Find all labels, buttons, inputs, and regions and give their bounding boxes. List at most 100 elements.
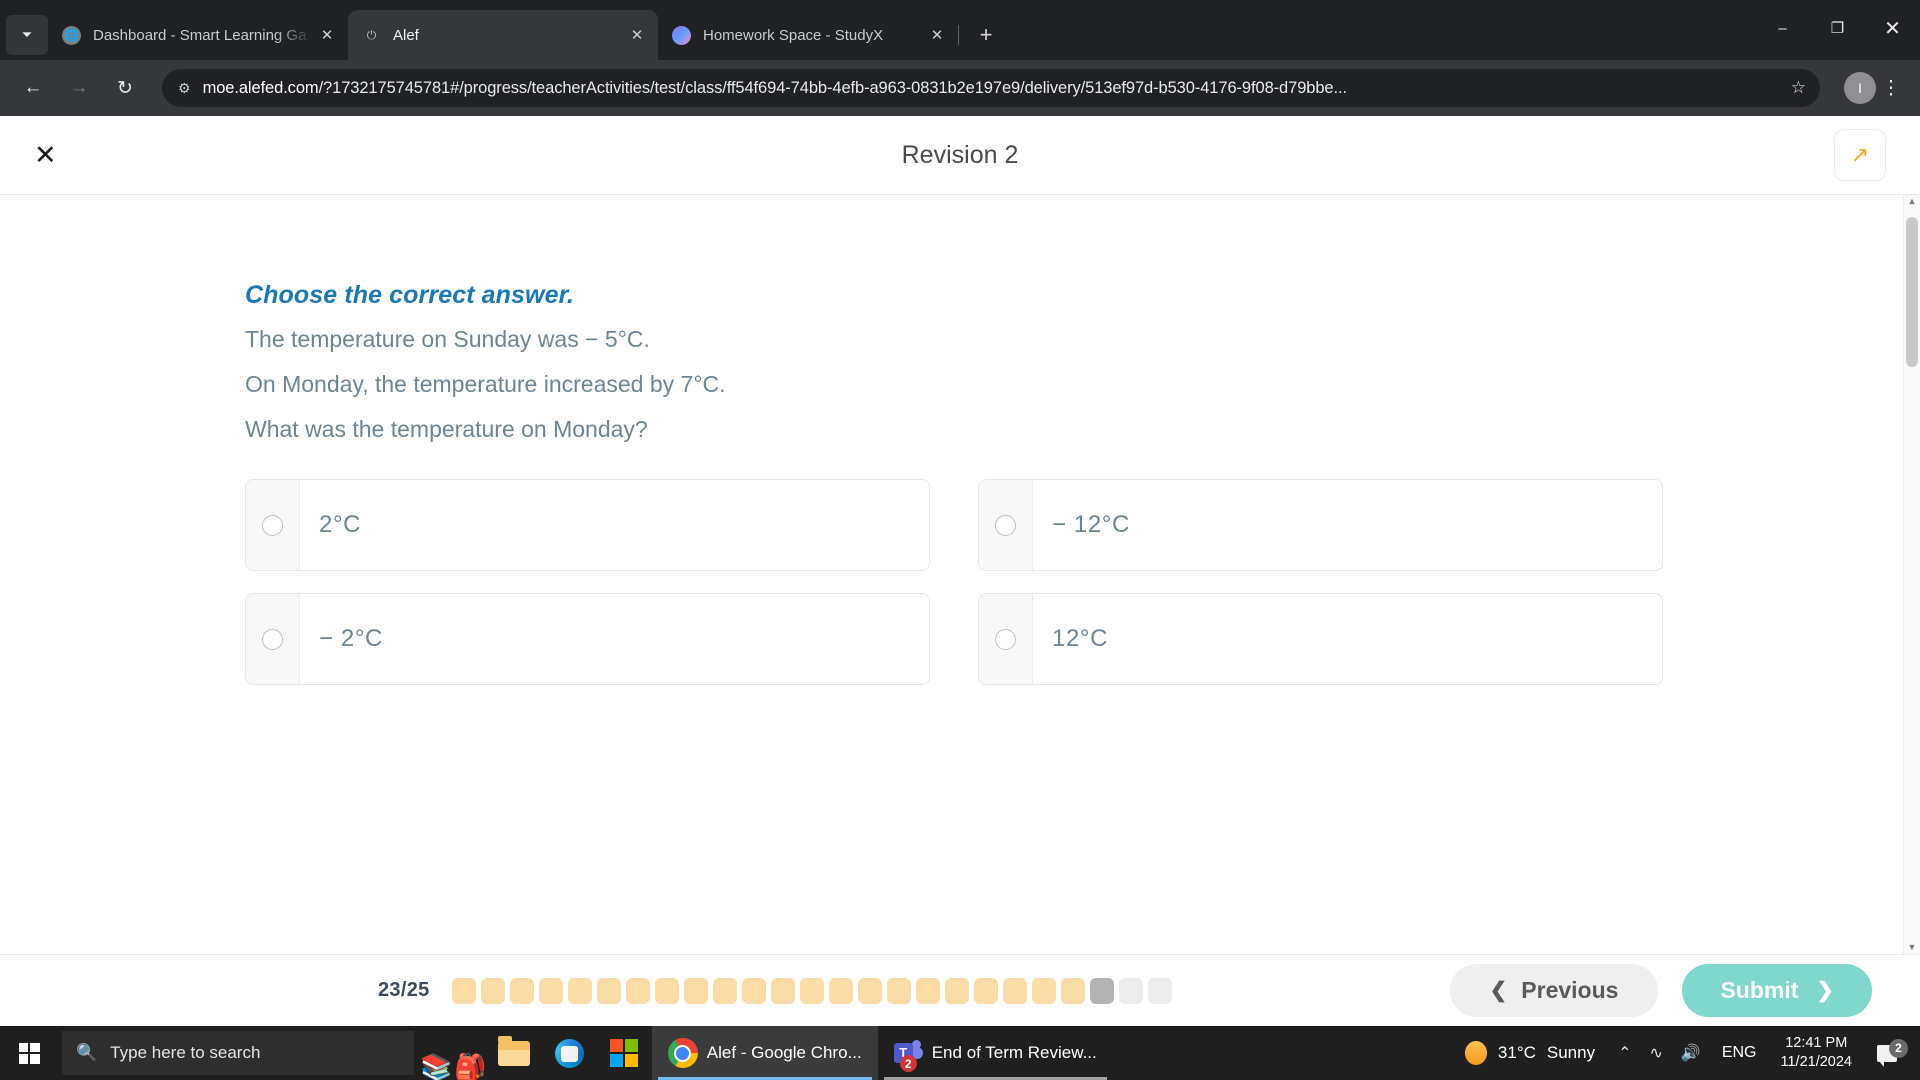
browser-tab-1[interactable]: ⏻ Alef ✕ — [348, 10, 658, 60]
clock[interactable]: 12:41 PM 11/21/2024 — [1769, 1034, 1865, 1072]
progress-segment[interactable] — [654, 977, 679, 1004]
browser-window: ⏷ 🌐 Dashboard - Smart Learning Ga ✕ ⏻ Al… — [0, 0, 1920, 1080]
windows-taskbar: 🔍 Type here to search 📚 🎒 Alef - Google … — [0, 1026, 1920, 1080]
radio-button-icon[interactable] — [995, 514, 1016, 536]
submit-button-label: Submit — [1720, 977, 1799, 1003]
forward-button[interactable]: → — [60, 69, 98, 107]
bookmark-star-icon[interactable]: ☆ — [1791, 78, 1806, 98]
progress-segment[interactable] — [596, 977, 621, 1004]
weather-widget[interactable]: 31°C Sunny — [1451, 1041, 1609, 1065]
file-explorer-icon — [498, 1035, 531, 1066]
chrome-task-button[interactable]: Alef - Google Chro... — [651, 1026, 878, 1080]
minimize-button[interactable]: – — [1755, 0, 1810, 56]
scroll-up-icon[interactable]: ▲ — [1908, 197, 1917, 206]
question-content-area: Choose the correct answer. The temperatu… — [0, 194, 1920, 954]
progress-segment[interactable] — [1031, 977, 1056, 1004]
address-bar[interactable]: ⚙ moe.alefed.com/?1732175745781#/progres… — [162, 69, 1820, 107]
tab-close-icon[interactable]: ✕ — [314, 22, 340, 48]
wifi-icon[interactable]: ∿ — [1641, 1043, 1672, 1063]
progress-segment[interactable] — [828, 977, 853, 1004]
chrome-icon — [667, 1038, 698, 1068]
notification-center-button[interactable]: 2 — [1864, 1038, 1910, 1067]
answer-option-label: 2°C — [319, 511, 362, 538]
submit-button[interactable]: Submit ❯ — [1682, 964, 1872, 1017]
globe-icon: 🌐 — [62, 25, 81, 45]
progress-segment[interactable] — [886, 977, 911, 1004]
progress-segment[interactable] — [567, 977, 592, 1004]
progress-segment[interactable] — [1060, 977, 1085, 1004]
teams-task-button[interactable]: T End of Term Review... 2 — [878, 1026, 1113, 1080]
radio-button-icon[interactable] — [995, 628, 1016, 650]
progress-segment[interactable] — [625, 977, 650, 1004]
radio-button-icon[interactable] — [262, 628, 283, 650]
maximize-button[interactable]: ❐ — [1810, 0, 1865, 56]
microsoft-edge-icon — [554, 1038, 584, 1068]
language-indicator[interactable]: ENG — [1710, 1044, 1769, 1062]
weather-condition: Sunny — [1546, 1043, 1596, 1062]
system-tray: 31°C Sunny ⌃ ∿ 🔊 ENG 12:41 PM 11/21/2024… — [1451, 1034, 1920, 1072]
progress-segment[interactable] — [509, 977, 534, 1004]
new-tab-button[interactable]: + — [969, 18, 1003, 52]
progress-segment[interactable] — [480, 977, 505, 1004]
volume-icon[interactable]: 🔊 — [1672, 1043, 1710, 1063]
tray-overflow-icon[interactable]: ⌃ — [1609, 1043, 1640, 1063]
answer-options-grid: 2°C − 12°C − 2°C 12°C — [245, 479, 1665, 685]
answer-option-0[interactable]: 2°C — [245, 479, 930, 571]
browser-menu-icon[interactable]: ⋮ — [1876, 77, 1906, 100]
radio-button-icon[interactable] — [262, 514, 283, 536]
progress-segment[interactable] — [944, 977, 969, 1004]
close-window-button[interactable]: ✕ — [1865, 0, 1920, 56]
answer-option-label: 12°C — [1052, 625, 1109, 652]
tab-close-icon[interactable]: ✕ — [924, 22, 950, 48]
url-host: moe.alefed.com — [202, 78, 319, 97]
chevron-right-icon: ❯ — [1816, 979, 1834, 1002]
tab-search-button[interactable]: ⏷ — [6, 15, 48, 55]
back-button[interactable]: ← — [14, 69, 52, 107]
progress-segment[interactable] — [538, 977, 563, 1004]
progress-segment[interactable] — [741, 977, 766, 1004]
progress-segment[interactable] — [770, 977, 795, 1004]
progress-segment[interactable] — [712, 977, 737, 1004]
question-instruction: Choose the correct answer. — [245, 281, 575, 309]
progress-segment[interactable] — [1147, 977, 1172, 1004]
progress-segment[interactable] — [451, 977, 476, 1004]
scroll-down-icon[interactable]: ▼ — [1908, 943, 1917, 952]
answer-option-2[interactable]: − 2°C — [245, 593, 930, 685]
taskbar-search-input[interactable]: 🔍 Type here to search — [62, 1031, 414, 1075]
radio-cell[interactable] — [979, 594, 1033, 684]
progress-segment[interactable] — [915, 977, 940, 1004]
browser-tab-2[interactable]: ■ Homework Space - StudyX ✕ — [658, 10, 958, 60]
previous-button[interactable]: ❮ Previous — [1449, 964, 1659, 1017]
tab-title: Dashboard - Smart Learning Ga — [93, 26, 307, 44]
reload-button[interactable]: ↻ — [106, 69, 144, 107]
profile-avatar[interactable]: I — [1844, 72, 1876, 104]
microsoft-edge-button[interactable] — [542, 1026, 597, 1080]
radio-cell[interactable] — [246, 594, 300, 684]
progress-segments[interactable] — [451, 977, 1172, 1004]
desktop-school-icons: 📚 🎒 — [414, 1026, 487, 1080]
answer-option-3[interactable]: 12°C — [978, 593, 1663, 685]
progress-segment[interactable] — [1118, 977, 1143, 1004]
progress-segment[interactable] — [799, 977, 824, 1004]
progress-segment[interactable] — [1002, 977, 1027, 1004]
site-settings-icon[interactable]: ⚙ — [178, 81, 191, 95]
microsoft-store-button[interactable] — [597, 1026, 652, 1080]
file-explorer-button[interactable] — [487, 1026, 542, 1080]
start-button[interactable] — [0, 1026, 58, 1080]
radio-cell[interactable] — [246, 480, 300, 570]
radio-cell[interactable] — [979, 480, 1033, 570]
scrollbar-thumb[interactable] — [1906, 217, 1918, 367]
window-controls: – ❐ ✕ — [1755, 0, 1920, 56]
studyx-icon: ■ — [672, 25, 691, 45]
progress-segment[interactable] — [1089, 977, 1114, 1004]
progress-segment[interactable] — [973, 977, 998, 1004]
browser-tab-0[interactable]: 🌐 Dashboard - Smart Learning Ga ✕ — [48, 10, 348, 60]
progress-segment[interactable] — [683, 977, 708, 1004]
answer-option-1[interactable]: − 12°C — [978, 479, 1663, 571]
activity-header: ✕ Revision 2 ↗ — [0, 116, 1920, 194]
answer-option-label: − 12°C — [1052, 511, 1130, 538]
tab-close-icon[interactable]: ✕ — [624, 22, 650, 48]
progress-counter: 23/25 — [378, 979, 430, 1001]
fullscreen-expand-icon[interactable]: ↗ — [1834, 129, 1886, 181]
progress-segment[interactable] — [857, 977, 882, 1004]
